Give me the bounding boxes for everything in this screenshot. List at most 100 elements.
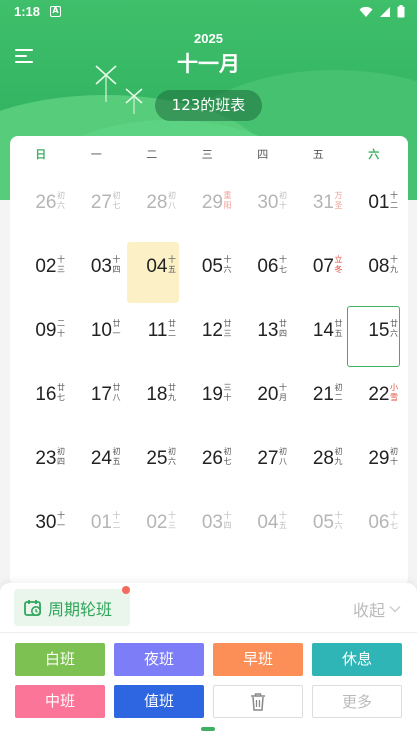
calendar-day-cell[interactable]: 20 十月 <box>235 370 291 433</box>
calendar-day-cell[interactable]: 05 十六 <box>291 498 347 561</box>
shift-button-rest[interactable]: 休息 <box>312 643 402 676</box>
weekday-label: 一 <box>90 148 102 161</box>
calendar-day-cell[interactable]: 05 十六 <box>180 242 236 305</box>
lunar-date: 十四 <box>223 511 232 530</box>
calendar-day-cell[interactable]: 30 初十 <box>235 178 291 241</box>
day-number: 06 <box>368 512 390 533</box>
lunar-date: 十七 <box>279 255 287 274</box>
lunar-date: 万圣 <box>334 191 343 210</box>
home-indicator <box>201 727 215 731</box>
lunar-date: 廿八 <box>112 383 121 402</box>
lunar-date: 十六 <box>334 511 343 530</box>
calendar-day-cell[interactable]: 27 初七 <box>69 178 125 241</box>
calendar-day-cell[interactable]: 04 十五 <box>235 498 291 561</box>
lunar-date: 立冬 <box>334 255 343 274</box>
battery-icon <box>397 5 405 18</box>
calendar-day-cell[interactable]: 27 初八 <box>235 434 291 497</box>
cycle-shift-button[interactable]: 周期轮班 <box>14 589 130 626</box>
day-number: 18 <box>146 384 168 405</box>
shift-button-day[interactable]: 白班 <box>15 643 105 676</box>
calendar-day-cell[interactable]: 09 二十 <box>13 306 69 369</box>
weekday-header: 日 一 二 三 四 五 六 <box>10 146 408 166</box>
calendar-day-cell[interactable]: 06 十七 <box>346 498 402 561</box>
calendar-day-cell[interactable]: 12 廿三 <box>180 306 236 369</box>
schedule-name-pill[interactable]: 123的班表 <box>155 90 262 121</box>
lunar-date: 初七 <box>223 447 232 466</box>
lunar-date: 初八 <box>168 191 176 210</box>
calendar-day-cell[interactable]: 19 三十 <box>180 370 236 433</box>
clear-shift-button[interactable] <box>213 685 303 718</box>
more-shifts-button[interactable]: 更多 <box>312 685 402 718</box>
calendar-day-cell[interactable]: 26 初七 <box>180 434 236 497</box>
calendar-day-cell[interactable]: 14 廿五 <box>291 306 347 369</box>
day-number: 31 <box>312 192 334 213</box>
calendar-day-cell[interactable]: 21 初二 <box>291 370 347 433</box>
lunar-date: 十九 <box>390 255 398 274</box>
day-number: 29 <box>201 192 223 213</box>
calendar-day-cell[interactable]: 03 十四 <box>180 498 236 561</box>
calendar-day-cell[interactable]: 07 立冬 <box>291 242 347 305</box>
shift-button-night[interactable]: 夜班 <box>114 643 204 676</box>
chevron-down-icon <box>389 606 401 613</box>
day-number: 10 <box>90 320 112 341</box>
lunar-date: 十二 <box>112 511 121 530</box>
lunar-date: 重阳 <box>223 191 232 210</box>
calendar-day-cell[interactable]: 15 廿六 <box>346 306 402 369</box>
calendar-day-cell[interactable]: 06 十七 <box>235 242 291 305</box>
lunar-date: 二十 <box>57 319 65 338</box>
lunar-date: 十三 <box>168 511 176 530</box>
calendar-cycle-icon <box>24 599 41 616</box>
lunar-date: 廿五 <box>334 319 343 338</box>
shift-button-duty[interactable]: 值班 <box>114 685 204 718</box>
calendar-day-cell[interactable]: 17 廿八 <box>69 370 125 433</box>
day-number: 19 <box>201 384 223 405</box>
lunar-date: 初八 <box>279 447 287 466</box>
day-number: 05 <box>201 256 223 277</box>
weekday-label: 日 <box>35 148 47 161</box>
lunar-date: 小雪 <box>390 383 398 402</box>
calendar-day-cell[interactable]: 26 初六 <box>13 178 69 241</box>
shift-button-middle[interactable]: 中班 <box>15 685 105 718</box>
calendar-day-cell[interactable]: 30 十一 <box>13 498 69 561</box>
calendar-day-cell[interactable]: 25 初六 <box>124 434 180 497</box>
sparkle-icon <box>125 88 143 114</box>
calendar-day-cell[interactable]: 28 初八 <box>124 178 180 241</box>
calendar-day-cell[interactable]: 01 十二 <box>69 498 125 561</box>
day-number: 26 <box>35 192 57 213</box>
calendar-day-cell[interactable]: 02 十三 <box>124 498 180 561</box>
year-label: 2025 <box>194 31 223 46</box>
calendar-day-cell[interactable]: 03 十四 <box>69 242 125 305</box>
collapse-button[interactable]: 收起 <box>353 597 401 621</box>
calendar-day-cell[interactable]: 29 初十 <box>346 434 402 497</box>
day-number: 02 <box>146 512 168 533</box>
calendar-day-cell[interactable]: 24 初五 <box>69 434 125 497</box>
lunar-date: 廿七 <box>57 383 65 402</box>
day-number: 20 <box>257 384 279 405</box>
calendar-day-cell[interactable]: 18 廿九 <box>124 370 180 433</box>
calendar-day-cell[interactable]: 02 十三 <box>13 242 69 305</box>
calendar-day-cell[interactable]: 08 十九 <box>346 242 402 305</box>
calendar-day-cell[interactable]: 11 廿二 <box>124 306 180 369</box>
calendar-day-cell[interactable]: 28 初九 <box>291 434 347 497</box>
day-number: 27 <box>257 448 279 469</box>
calendar-day-cell[interactable]: 23 初四 <box>13 434 69 497</box>
calendar-day-cell[interactable]: 22 小雪 <box>346 370 402 433</box>
calendar-day-cell[interactable]: 01 十二 <box>346 178 402 241</box>
calendar-day-cell[interactable]: 04 十五 <box>124 242 180 305</box>
calendar-day-cell[interactable]: 29 重阳 <box>180 178 236 241</box>
calendar-day-cell[interactable]: 13 廿四 <box>235 306 291 369</box>
day-number: 12 <box>201 320 223 341</box>
calendar-day-cell[interactable]: 31 万圣 <box>291 178 347 241</box>
day-number: 14 <box>312 320 334 341</box>
weekday-label: 四 <box>257 148 269 161</box>
wifi-icon <box>359 6 373 17</box>
lunar-date: 初四 <box>57 447 65 466</box>
status-icons <box>359 5 405 18</box>
calendar-day-cell[interactable]: 10 廿一 <box>69 306 125 369</box>
lunar-date: 十月 <box>279 383 287 402</box>
notification-dot <box>122 586 130 594</box>
shift-button-early[interactable]: 早班 <box>213 643 303 676</box>
month-title[interactable]: 十一月 <box>0 48 417 78</box>
calendar-day-cell[interactable]: 16 廿七 <box>13 370 69 433</box>
day-number: 01 <box>368 192 390 213</box>
